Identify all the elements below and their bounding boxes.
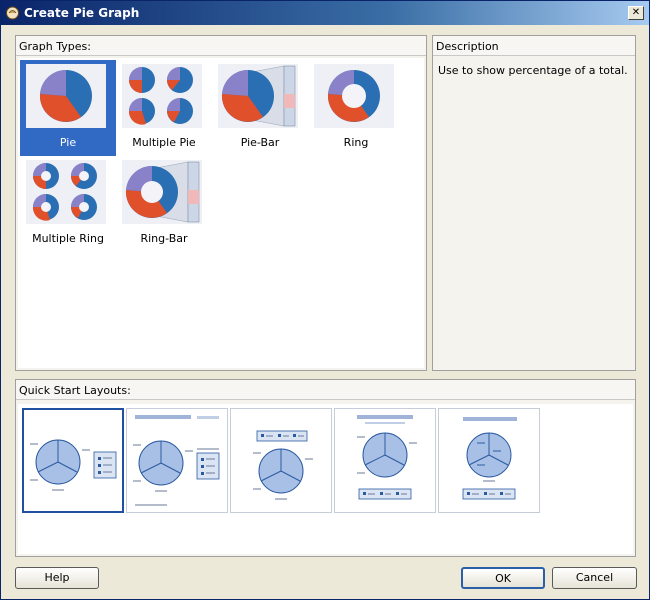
ring-bar-icon: [122, 160, 202, 224]
graph-type-label: Pie-Bar: [240, 136, 280, 149]
quick-start-label: Quick Start Layouts:: [19, 384, 131, 397]
layout-5-preview: [462, 417, 517, 500]
description-panel: Description Use to show percentage of a …: [432, 35, 636, 371]
graph-type-label: Multiple Ring: [32, 232, 104, 245]
description-header: Description: [433, 36, 635, 56]
app-icon: [6, 6, 19, 20]
title-bar[interactable]: Create Pie Graph ✕: [1, 1, 649, 25]
multiple-pie-icon: [122, 64, 202, 128]
pie-icon: [26, 64, 106, 128]
quick-start-layout-1[interactable]: [22, 408, 124, 513]
graph-type-pie[interactable]: Pie: [20, 60, 116, 156]
graph-type-label: Ring-Bar: [140, 232, 188, 245]
ring-icon: [314, 64, 394, 128]
graph-type-label: Multiple Pie: [132, 136, 196, 149]
help-button-label: Help: [44, 571, 70, 584]
quick-start-panel: Quick Start Layouts:: [15, 379, 636, 557]
graph-type-multiple-ring[interactable]: Multiple Ring: [20, 156, 116, 252]
graph-types-panel: Graph Types: Pie Multiple Pie Pie-Bar Ri…: [15, 35, 427, 371]
graph-type-pie-bar[interactable]: Pie-Bar: [212, 60, 308, 156]
layout-1-preview: [30, 439, 117, 491]
layout-4-preview: [357, 415, 417, 500]
graph-types-label: Graph Types:: [19, 40, 91, 53]
cancel-button-label: Cancel: [575, 571, 614, 584]
layout-3-preview: [253, 430, 313, 500]
graph-types-header: Graph Types:: [16, 36, 426, 56]
description-text: Use to show percentage of a total.: [438, 64, 628, 77]
graph-type-label: Pie: [59, 136, 77, 149]
graph-type-ring-bar[interactable]: Ring-Bar: [116, 156, 212, 252]
graph-type-ring[interactable]: Ring: [308, 60, 404, 156]
quick-start-layout-3[interactable]: [230, 408, 332, 513]
quick-start-layout-2[interactable]: [126, 408, 228, 513]
multiple-ring-icon: [26, 160, 106, 224]
quick-start-layout-4[interactable]: [334, 408, 436, 513]
close-button[interactable]: ✕: [628, 6, 644, 20]
dialog-title: Create Pie Graph: [24, 6, 140, 20]
create-pie-graph-dialog: Create Pie Graph ✕ Graph Types: Pie Mult…: [0, 0, 650, 600]
quick-start-list: [18, 404, 633, 554]
quick-start-header: Quick Start Layouts:: [16, 380, 635, 400]
pie-bar-icon: [218, 64, 298, 128]
layout-2-preview: [133, 415, 220, 506]
graph-type-multiple-pie[interactable]: Multiple Pie: [116, 60, 212, 156]
help-button[interactable]: Help: [15, 567, 99, 589]
quick-start-layout-5[interactable]: [438, 408, 540, 513]
ok-button-label: OK: [495, 572, 511, 585]
cancel-button[interactable]: Cancel: [552, 567, 637, 589]
description-label: Description: [436, 40, 499, 53]
close-icon: ✕: [631, 7, 641, 18]
graph-types-list: Pie Multiple Pie Pie-Bar Ring Multiple R…: [18, 58, 424, 368]
ok-button[interactable]: OK: [461, 567, 545, 589]
graph-type-label: Ring: [343, 136, 369, 149]
